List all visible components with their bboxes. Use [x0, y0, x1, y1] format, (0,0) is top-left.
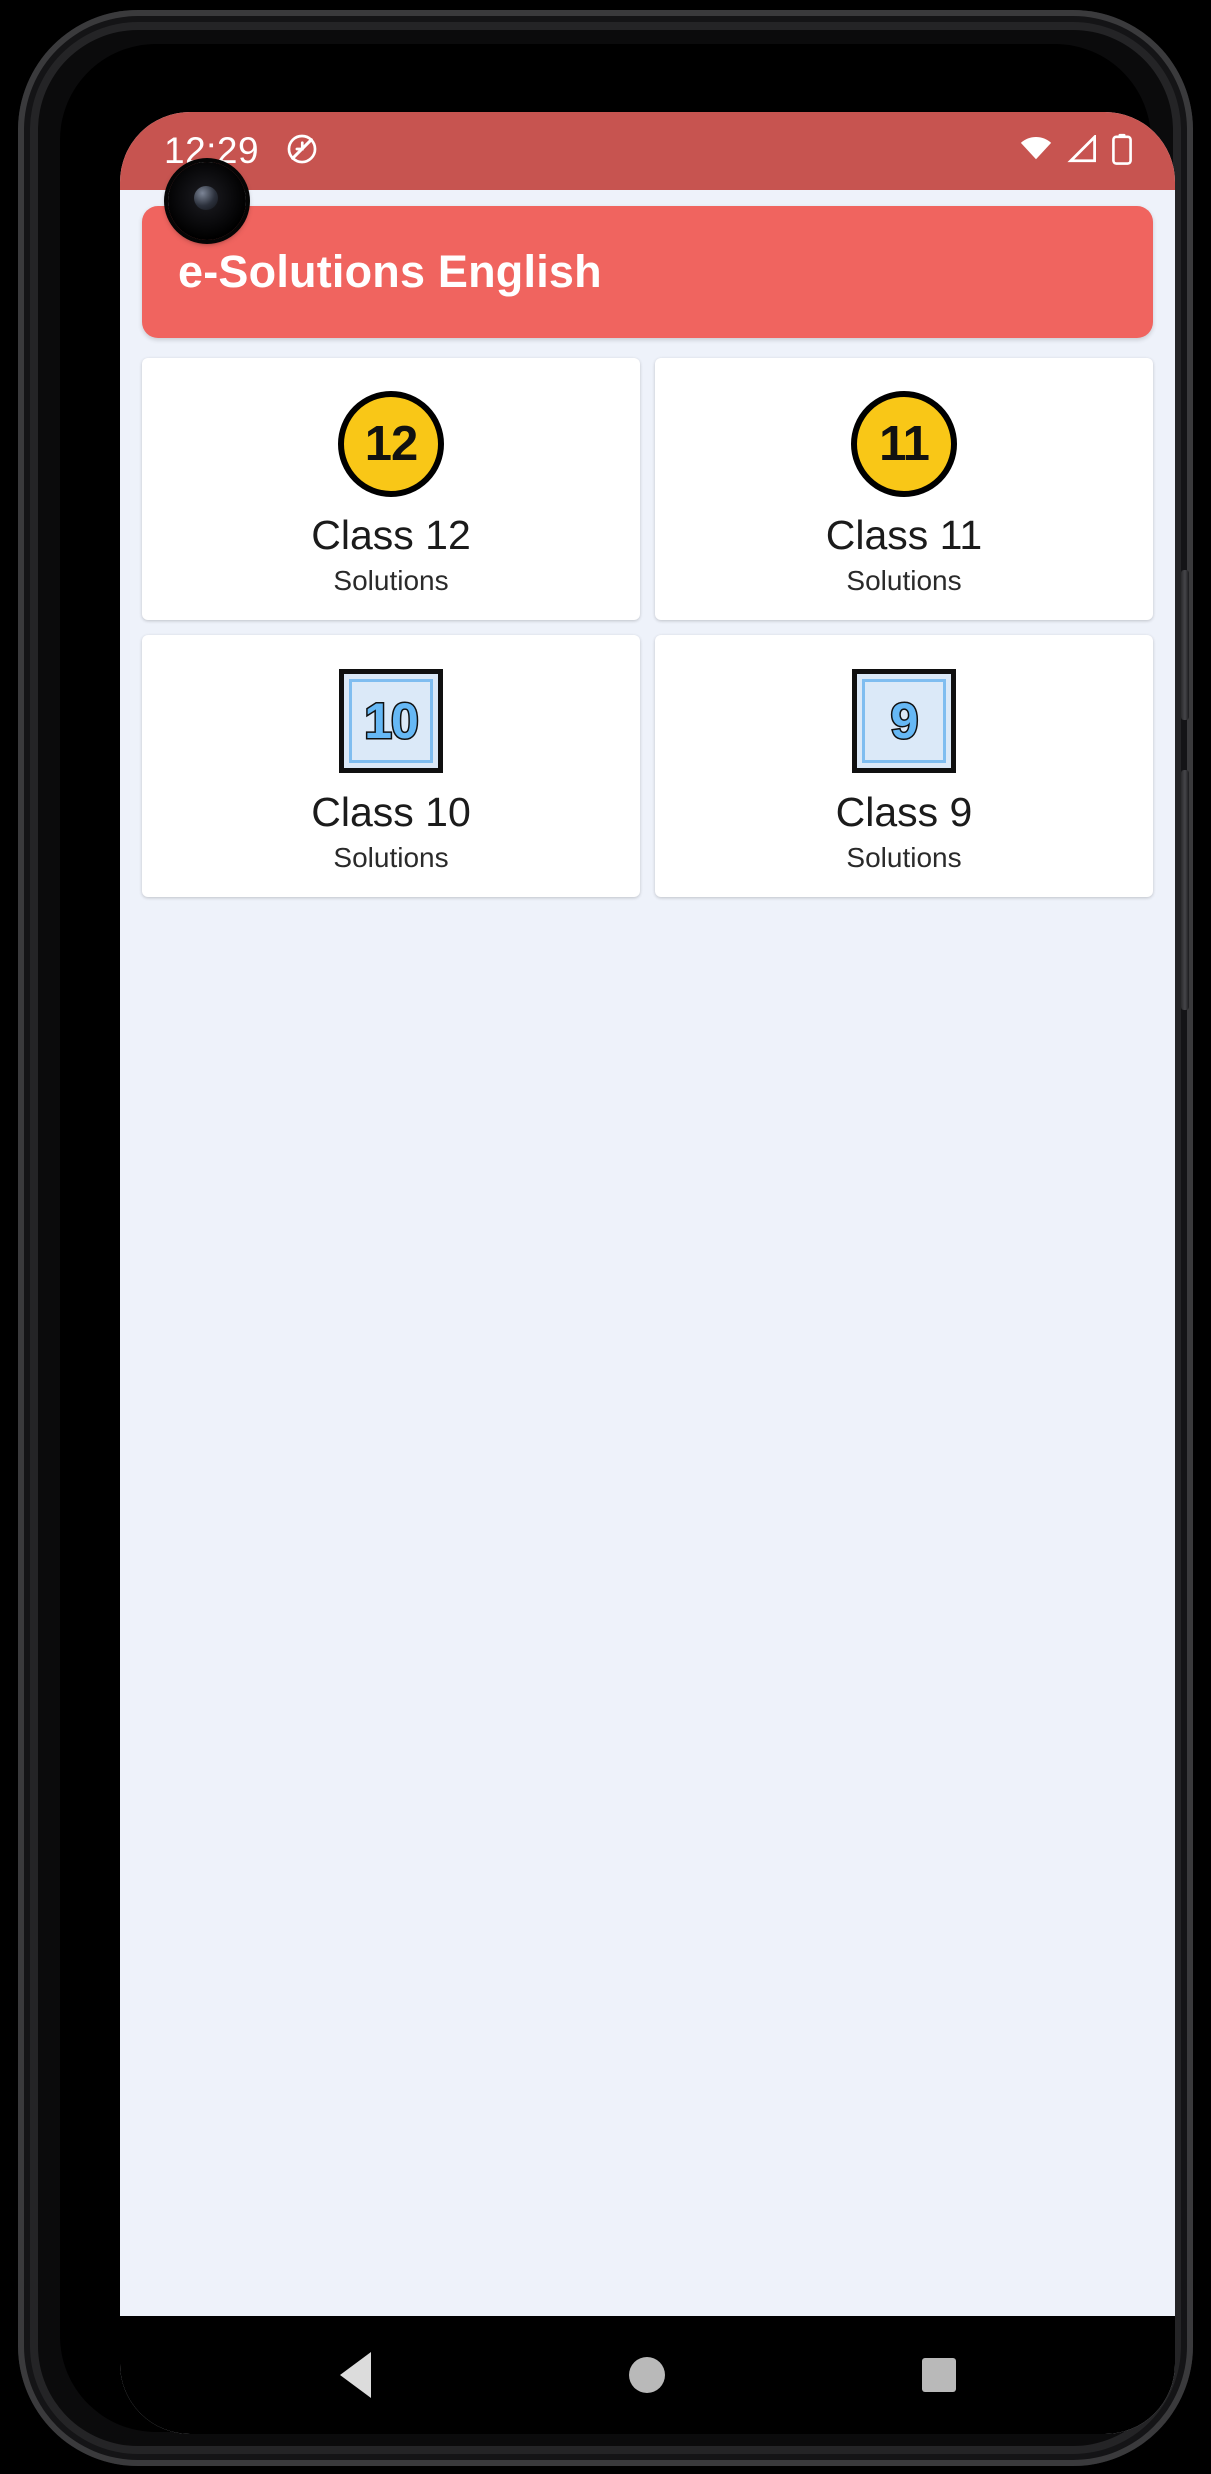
class-9-badge-digit: 9	[862, 678, 946, 763]
class-12-title: Class 12	[311, 511, 471, 558]
class-12-subtitle: Solutions	[333, 565, 449, 597]
auto-rotate-off-icon	[285, 132, 319, 171]
status-left-icon-group	[285, 132, 319, 171]
front-camera-punch-hole	[168, 162, 246, 240]
device-bezel: 12:29 e-Solutions English 12 Class 12 So…	[60, 44, 1175, 2434]
volume-button[interactable]	[1181, 770, 1189, 1010]
phone-screen: 12:29 e-Solutions English 12 Class 12 So…	[120, 112, 1175, 2434]
power-button[interactable]	[1181, 570, 1189, 720]
nav-recents-button[interactable]	[909, 2345, 969, 2405]
class-9-title: Class 9	[835, 788, 973, 835]
class-11-badge-icon: 11	[851, 390, 957, 497]
class-card-9[interactable]: 9 Class 9 Solutions	[655, 635, 1153, 897]
nav-back-button[interactable]	[326, 2345, 386, 2405]
class-card-12[interactable]: 12 Class 12 Solutions	[142, 358, 640, 620]
back-triangle-icon	[340, 2352, 372, 2398]
cellular-signal-icon	[1066, 133, 1098, 168]
app-content: e-Solutions English 12 Class 12 Solution…	[120, 190, 1175, 2316]
class-12-badge-icon: 12	[338, 390, 444, 497]
class-10-icon-wrap: 10	[339, 658, 443, 784]
battery-icon	[1111, 133, 1133, 170]
class-12-icon-wrap: 12	[338, 381, 444, 507]
class-card-10[interactable]: 10 Class 10 Solutions	[142, 635, 640, 897]
class-card-grid: 12 Class 12 Solutions 11 Class 11 Soluti…	[142, 358, 1153, 897]
class-10-badge-digit: 10	[349, 678, 433, 763]
class-10-subtitle: Solutions	[333, 842, 449, 874]
phone-device-frame: 12:29 e-Solutions English 12 Class 12 So…	[18, 10, 1193, 2466]
android-navigation-bar	[120, 2316, 1175, 2434]
class-11-icon-wrap: 11	[851, 381, 957, 507]
recents-square-icon	[922, 2358, 957, 2392]
class-11-subtitle: Solutions	[846, 565, 962, 597]
class-9-badge-icon: 9	[852, 668, 956, 773]
status-bar: 12:29	[120, 112, 1175, 190]
app-bar: e-Solutions English	[142, 206, 1153, 338]
page-title: e-Solutions English	[178, 246, 602, 297]
nav-home-button[interactable]	[617, 2345, 677, 2405]
class-9-subtitle: Solutions	[846, 842, 962, 874]
class-card-11[interactable]: 11 Class 11 Solutions	[655, 358, 1153, 620]
wifi-icon	[1019, 135, 1053, 168]
class-9-icon-wrap: 9	[852, 658, 956, 784]
status-right-icon-group	[1019, 133, 1133, 170]
class-10-badge-icon: 10	[339, 668, 443, 773]
home-circle-icon	[629, 2357, 666, 2393]
class-10-title: Class 10	[311, 788, 471, 835]
class-11-title: Class 11	[825, 511, 983, 558]
